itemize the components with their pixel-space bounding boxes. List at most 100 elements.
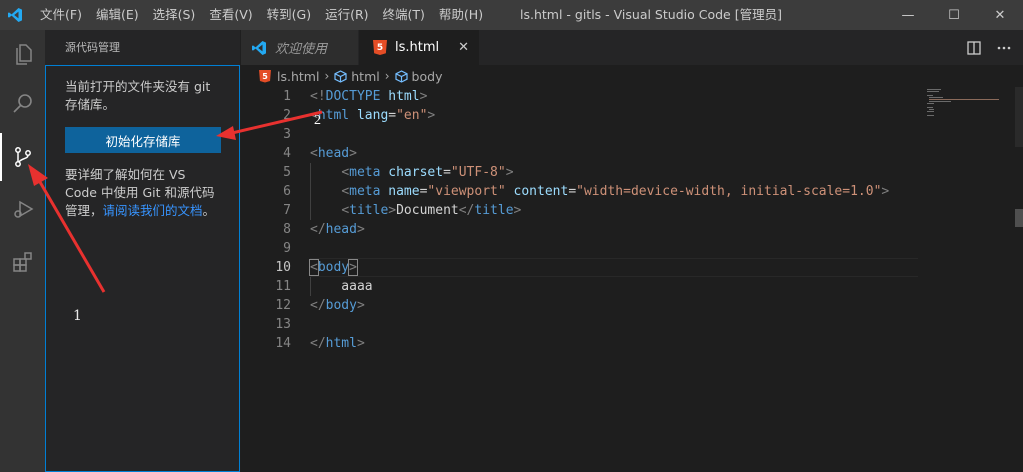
code-token: Document [396,203,459,218]
breadcrumb: 5 ls.html › html › body [241,65,1023,87]
code-editor[interactable]: 1 2 3 4 5 6 7 8 9 10 11 12 13 14 <!DOCTYPE html> <html… [241,87,1023,472]
help-message: 要详细了解如何在 VS Code 中使用 Git 和源代码 管理，请阅读我们的文… [65,166,235,220]
code-token: meta [349,184,381,199]
code-line: </body> [310,296,365,315]
maximize-button[interactable]: ☐ [931,0,977,30]
line-number: 6 [283,184,291,199]
minimize-button[interactable]: — [885,0,931,30]
current-line-highlight [310,258,918,277]
active-indicator [0,133,2,181]
extensions-icon [12,252,32,272]
code-token: > [419,89,428,104]
html5-icon: 5 [373,40,387,55]
chevron-right-icon: › [384,69,390,83]
line-number: 3 [283,127,291,142]
menu-item-5[interactable]: 运行(R) [318,0,375,30]
code-token: > [356,336,365,351]
code-token: </ [310,298,326,313]
line-number: 14 [275,336,291,351]
tab-welcome[interactable]: 欢迎使用 [241,30,358,65]
line-number: 4 [283,146,291,161]
tab-ls-html[interactable]: 5 ls.html ✕ [359,30,479,65]
files-icon [15,44,32,65]
search-icon [12,94,32,113]
line-number: 12 [275,298,291,313]
breadcrumb-file[interactable]: ls.html [277,69,319,84]
code-line: </html> [310,334,365,353]
code-token: head [325,222,357,237]
code-token: < [341,165,350,180]
breadcrumb-body[interactable]: body [412,69,443,84]
line-number: 9 [283,241,291,256]
more-actions-icon[interactable] [997,41,1011,55]
scrollbar-marker[interactable] [1015,209,1023,227]
initialize-repository-button[interactable]: 初始化存储库 [65,127,221,153]
code-token: = [388,108,397,123]
code-token: </ [458,203,475,218]
code-token: charset [388,165,444,180]
html5-icon: 5 [259,69,271,83]
line-number: 8 [283,222,291,237]
source-control-button[interactable] [0,133,45,181]
code-token: DOCTYPE [325,89,381,104]
menu-item-1[interactable]: 编辑(E) [89,0,146,30]
source-control-panel: 源代码管理 当前打开的文件夹没有 git 存储库。 初始化存储库 要详细了解如何… [45,30,241,472]
code-token: "UTF-8" [450,165,506,180]
code-token: > [388,203,397,218]
chevron-right-icon: › [324,69,330,83]
code-token: title [474,203,514,218]
no-repo-line-1: 当前打开的文件夹没有 git [65,79,211,94]
help-line-3: 管理，请阅读我们的文档。 [65,203,216,218]
minimap[interactable] [925,87,1005,147]
code-line: <body> [309,258,358,277]
menu-item-3[interactable]: 查看(V) [202,0,259,30]
menu-item-4[interactable]: 转到(G) [260,0,318,30]
search-button[interactable] [0,80,45,128]
editor-actions [967,30,1011,65]
line-number: 1 [283,89,291,104]
code-token: < [341,203,350,218]
code-token: > [349,146,357,161]
run-debug-button[interactable] [0,185,45,233]
code-line: <head> [310,144,357,163]
menu-item-7[interactable]: 帮助(H) [432,0,490,30]
panel-body: 当前打开的文件夹没有 git 存储库。 初始化存储库 要详细了解如何在 VS C… [45,65,240,472]
code-token: content [513,184,569,199]
code-token: > [348,259,358,276]
close-tab-button[interactable]: ✕ [458,30,469,65]
code-token: title [349,203,389,218]
no-repo-line-2: 存储库。 [65,97,116,112]
tab-ls-html-label: ls.html [395,40,440,55]
code-token: > [505,165,514,180]
source-control-icon [14,147,31,167]
code-token: > [356,222,365,237]
window-title: ls.html - gitls - Visual Studio Code [管理… [520,7,782,22]
breadcrumb-html[interactable]: html [351,69,379,84]
menu-item-0[interactable]: 文件(F) [33,0,89,30]
menu-item-2[interactable]: 选择(S) [146,0,203,30]
vscode-logo-icon [252,40,266,55]
extensions-button[interactable] [0,238,45,286]
close-window-button[interactable]: ✕ [977,0,1023,30]
symbol-cube-icon [394,69,408,83]
code-token: < [310,108,318,123]
panel-title: 源代码管理 [65,41,120,54]
code-line: <meta charset="UTF-8"> [310,163,514,182]
symbol-cube-icon [334,69,347,83]
docs-link[interactable]: 请阅读我们的文档 [103,203,203,218]
menu-item-6[interactable]: 终端(T) [376,0,432,30]
code-token: meta [349,165,381,180]
editor-tab-bar: 欢迎使用 5 ls.html ✕ [241,30,1023,65]
code-token: body [325,298,357,313]
vertical-scrollbar-thumb[interactable] [1015,87,1023,147]
code-token: > [427,108,436,123]
code-token: head [317,146,350,161]
split-editor-icon[interactable] [967,40,981,55]
line-number: 10 [275,260,291,275]
explorer-button[interactable] [0,30,45,78]
line-number: 2 [283,108,291,123]
code-token: < [341,184,350,199]
annotation-label-1: 1 [73,308,82,324]
